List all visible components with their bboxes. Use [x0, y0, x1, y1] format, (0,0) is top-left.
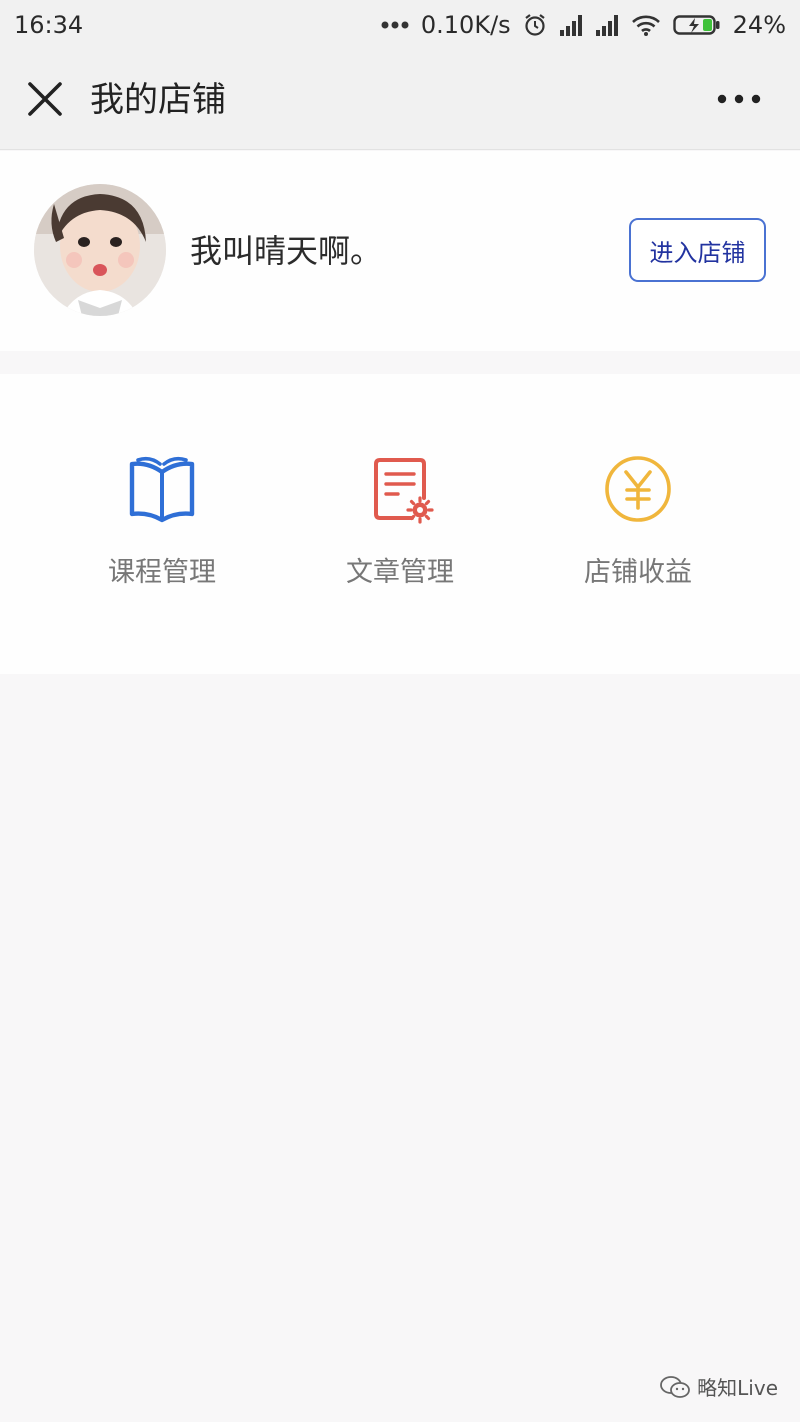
yen-icon	[605, 456, 671, 522]
menu-item-shop-earnings[interactable]: 店铺收益	[518, 374, 758, 674]
battery-charging-icon	[672, 15, 720, 35]
menu-item-label: 文章管理	[346, 557, 454, 588]
watermark: 略知Live	[659, 1372, 778, 1401]
nav-bar: 我的店铺	[0, 50, 800, 150]
signal-icon	[559, 15, 582, 36]
more-icon[interactable]	[716, 84, 762, 114]
close-icon[interactable]	[24, 78, 66, 120]
watermark-text: 略知Live	[697, 1376, 778, 1400]
battery-level: 24%	[732, 11, 786, 39]
avatar-image	[34, 184, 166, 316]
menu-item-label: 课程管理	[108, 557, 216, 588]
menu-item-article-management[interactable]: 文章管理	[280, 374, 520, 674]
network-speed: 0.10K/s	[420, 11, 511, 39]
alarm-icon	[524, 14, 545, 36]
enter-shop-button[interactable]: 进入店铺	[629, 218, 766, 282]
wechat-icon	[660, 1375, 691, 1398]
signal-icon	[595, 15, 618, 36]
profile-name: 我叫晴天啊。	[190, 232, 383, 270]
menu-item-course-management[interactable]: 课程管理	[42, 374, 282, 674]
menu-item-label: 店铺收益	[584, 557, 692, 588]
avatar	[34, 184, 166, 316]
status-time: 16:34	[14, 11, 84, 39]
more-dots-icon	[381, 21, 409, 29]
book-icon	[129, 456, 195, 523]
wifi-icon	[631, 15, 660, 36]
status-bar: 16:34 0.10K/s 24%	[0, 0, 800, 50]
shop-menu: 课程管理 文章管理 店铺收益	[0, 374, 800, 674]
status-icons: 0.10K/s 24%	[381, 11, 786, 39]
page-title: 我的店铺	[90, 80, 226, 120]
article-settings-icon	[374, 458, 434, 524]
